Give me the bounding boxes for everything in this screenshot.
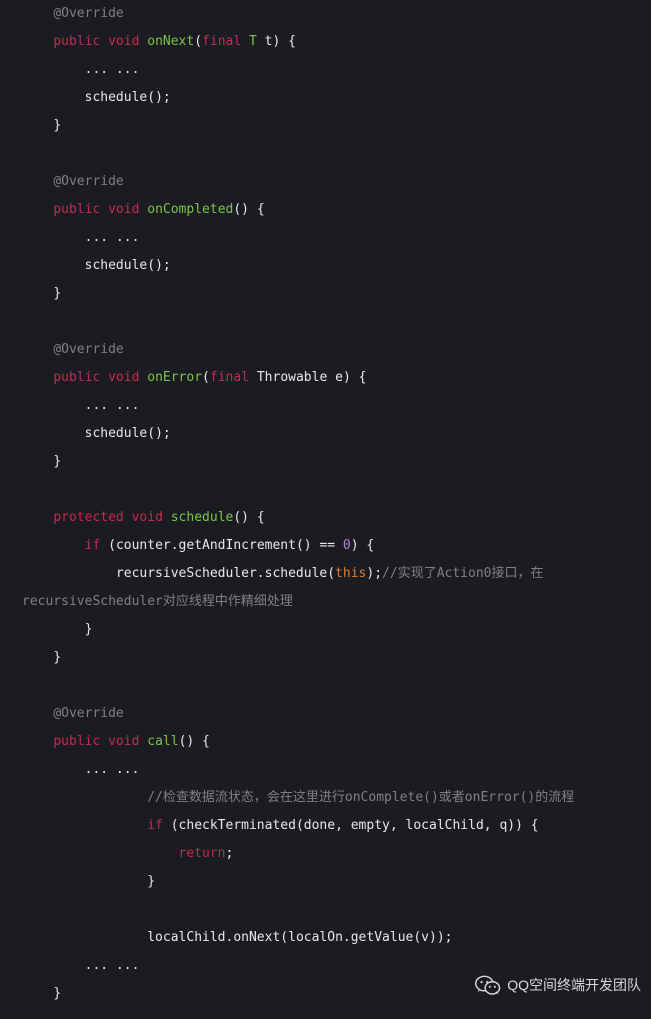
annotation4: @Override <box>53 706 123 721</box>
annotation2: @Override <box>53 174 123 189</box>
method-schedule: schedule <box>171 510 234 525</box>
call-recursiveSched: recursiveScheduler.schedule( <box>116 566 335 581</box>
method-onError: onError <box>147 370 202 385</box>
kw-public: public <box>53 34 100 49</box>
watermark-text: QQ空间终端开发团队 <box>507 971 641 999</box>
ellipsis: ... ... <box>85 62 140 77</box>
kw-void: void <box>108 34 139 49</box>
kw-this: this <box>335 566 366 581</box>
call-checkTerminated: (checkTerminated(done, empty, localChild… <box>171 818 539 833</box>
type-T: T <box>249 34 257 49</box>
kw-protected: protected <box>53 510 123 525</box>
param-e: e <box>335 370 343 385</box>
call-schedule: schedule(); <box>85 90 171 105</box>
method-onNext: onNext <box>147 34 194 49</box>
literal-zero: 0 <box>343 538 351 553</box>
call-localChild-onNext: localChild.onNext(localOn.getValue(v)); <box>147 930 452 945</box>
kw-final: final <box>202 34 241 49</box>
kw-if: if <box>85 538 101 553</box>
comment-checkflow: //检查数据流状态，会在这里进行onComplete()或者onError()的… <box>147 790 574 805</box>
method-call: call <box>147 734 178 749</box>
call-getAndIncrement: counter.getAndIncrement() <box>116 538 312 553</box>
method-onCompleted: onCompleted <box>147 202 233 217</box>
annotation: @Override <box>53 6 123 21</box>
param-t: t <box>265 34 273 49</box>
wechat-icon <box>475 974 501 996</box>
kw-return: return <box>179 846 226 861</box>
watermark: QQ空间终端开发团队 <box>475 971 641 999</box>
annotation3: @Override <box>53 342 123 357</box>
type-Throwable: Throwable <box>257 370 327 385</box>
code-block: @Override public void onNext(final T t) … <box>0 0 651 1008</box>
